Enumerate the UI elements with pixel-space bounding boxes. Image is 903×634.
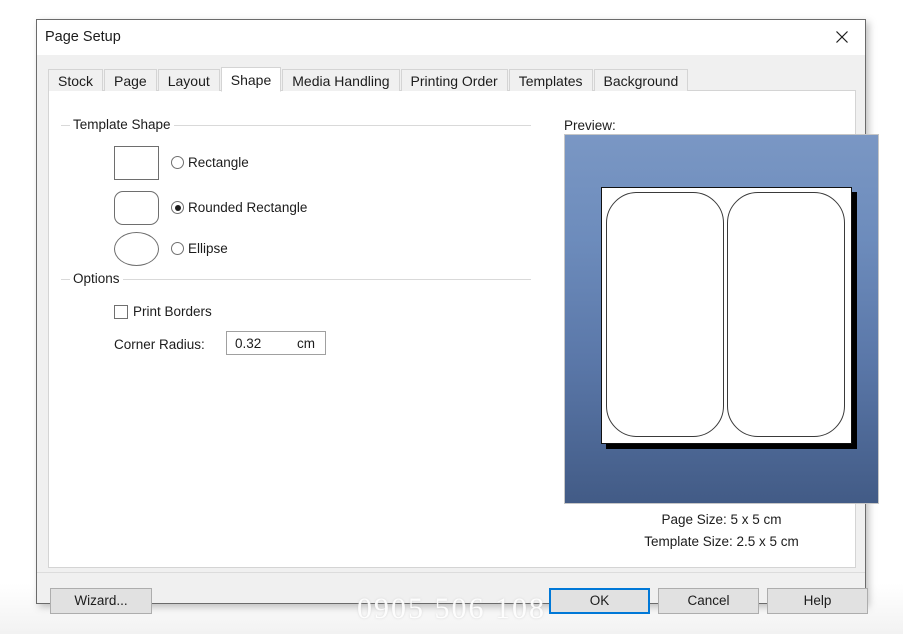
rectangle-swatch[interactable] xyxy=(114,146,159,180)
ellipse-swatch[interactable] xyxy=(114,232,159,266)
footer-divider xyxy=(37,572,865,573)
radio-rectangle[interactable]: Rectangle xyxy=(171,155,249,170)
tab-stock[interactable]: Stock xyxy=(48,69,104,91)
preview-page-sheet xyxy=(601,187,852,444)
page-setup-dialog: Page Setup Stock Page Layout Shape Media… xyxy=(36,19,879,614)
help-button[interactable]: Help xyxy=(767,588,868,614)
page-size-text: Page Size: 5 x 5 cm xyxy=(661,512,782,527)
tab-templates[interactable]: Templates xyxy=(508,69,593,91)
radio-rounded-rectangle-indicator[interactable] xyxy=(171,201,184,214)
print-borders-checkbox-box[interactable] xyxy=(114,304,128,319)
preview-template-right xyxy=(727,192,845,437)
radio-rectangle-label: Rectangle xyxy=(188,155,249,170)
options-frame-line xyxy=(61,279,531,280)
ok-button[interactable]: OK xyxy=(549,588,650,614)
preview-template-left xyxy=(606,192,724,437)
print-borders-label: Print Borders xyxy=(133,304,212,319)
radio-ellipse-indicator[interactable] xyxy=(171,242,184,255)
radio-rectangle-indicator[interactable] xyxy=(171,156,184,169)
close-icon[interactable] xyxy=(819,20,865,54)
rounded-rectangle-swatch[interactable] xyxy=(114,191,159,225)
preview-label: Preview: xyxy=(564,118,616,133)
template-shape-group: Template Shape xyxy=(61,117,531,137)
tab-page[interactable]: Page xyxy=(104,69,157,91)
tab-media-handling[interactable]: Media Handling xyxy=(282,69,400,91)
tab-shape[interactable]: Shape xyxy=(220,67,282,92)
window-title: Page Setup xyxy=(45,29,121,45)
tab-background[interactable]: Background xyxy=(593,69,689,91)
preview-canvas xyxy=(564,134,879,504)
wizard-button[interactable]: Wizard... xyxy=(50,588,152,614)
title-bar: Page Setup xyxy=(37,20,865,55)
tab-strip: Stock Page Layout Shape Media Handling P… xyxy=(48,67,689,92)
radio-ellipse-label: Ellipse xyxy=(188,241,228,256)
template-shape-group-title: Template Shape xyxy=(70,117,174,132)
corner-radius-input[interactable]: 0.32 cm xyxy=(226,331,326,355)
radio-rounded-rectangle[interactable]: Rounded Rectangle xyxy=(171,200,307,215)
corner-radius-value: 0.32 xyxy=(235,336,262,351)
corner-radius-label: Corner Radius: xyxy=(114,337,205,352)
template-size-text: Template Size: 2.5 x 5 cm xyxy=(644,534,799,549)
screen-root: Page Setup Stock Page Layout Shape Media… xyxy=(0,0,903,634)
cancel-button[interactable]: Cancel xyxy=(658,588,759,614)
options-group: Options xyxy=(61,271,531,291)
checkbox-print-borders[interactable]: Print Borders xyxy=(114,304,212,319)
radio-rounded-rectangle-label: Rounded Rectangle xyxy=(188,200,308,215)
options-group-title: Options xyxy=(70,271,123,286)
tab-printing-order[interactable]: Printing Order xyxy=(400,69,508,91)
tab-layout[interactable]: Layout xyxy=(157,69,220,91)
corner-radius-unit: cm xyxy=(297,336,315,351)
radio-ellipse[interactable]: Ellipse xyxy=(171,241,228,256)
